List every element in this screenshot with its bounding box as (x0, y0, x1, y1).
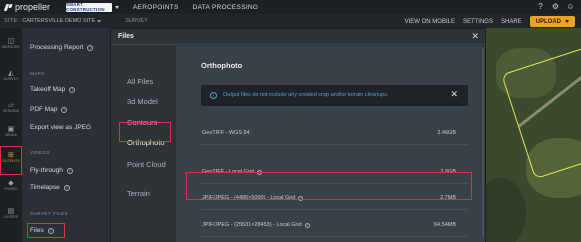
brand-selector[interactable]: SMART CONSTRUCTION (66, 2, 119, 12)
info-banner: i Output files do not include any create… (201, 85, 468, 106)
propeller-logo-icon (4, 3, 13, 12)
file-row[interactable]: GeoTIFF - WGS 84 2.46GB (201, 123, 468, 145)
timelapse-item[interactable]: Timelapse ? (30, 184, 70, 191)
file-size: 64.54MB (433, 222, 456, 228)
maps-section-header: MAPS (30, 71, 45, 76)
file-name-text: JPIF/JPEG - (25531×28453) - Local Grid (202, 222, 302, 228)
sidebar-item-all-files[interactable]: All Files (127, 76, 153, 87)
hydro-icon: ◆ (8, 179, 14, 187)
videos-section-header: VIDEOS (30, 150, 51, 155)
view-on-mobile-button[interactable]: VIEW ON MOBILE (405, 19, 455, 25)
rail-item-survey[interactable]: ◭ SURVEY (0, 69, 22, 82)
share-button[interactable]: SHARE (501, 19, 522, 25)
file-size: 2.46GB (437, 130, 456, 136)
chevron-down-icon (565, 20, 569, 23)
media-icon: ▣ (7, 125, 15, 133)
survey-files-section-header: SURVEY FILES (30, 211, 69, 216)
outputs-highlight-box (0, 146, 22, 175)
fly-through-item[interactable]: Fly-through ? (30, 167, 73, 174)
survey-icon: ◭ (8, 69, 14, 77)
fly-through-label: Fly-through (30, 167, 63, 174)
logo-text: propeller (15, 2, 51, 12)
help-icon[interactable]: ? (61, 106, 68, 113)
modal-header: Files ✕ (111, 29, 485, 45)
gear-icon[interactable]: ⚙ (551, 2, 560, 11)
local-grid-highlight-box (186, 172, 472, 200)
sidebar-item-terrain[interactable]: Terrain (127, 188, 150, 199)
map-terrain (486, 178, 526, 242)
file-name-text: GeoTIFF - WGS 84 (202, 130, 250, 136)
settings-button[interactable]: SETTINGS (463, 19, 493, 25)
site-bar: SITE: CARTERSVILLE DEMO SITE SURVEY VIEW… (0, 14, 581, 28)
takeoff-map-label: Takeoff Map (30, 86, 66, 93)
file-type-sidebar: All Files 3d Model Contours Orthophoto P… (111, 46, 176, 242)
rail-label: SURVEY (3, 77, 19, 81)
help-icon[interactable]: ? (63, 184, 70, 191)
rail-label: DESIGNS (2, 109, 20, 113)
rail-item-media[interactable]: ▣ MEDIA (0, 125, 22, 138)
rail-item-hydro[interactable]: ◆ HYDRO (0, 179, 22, 192)
account-icon[interactable]: ☺ (566, 2, 575, 11)
map-canvas[interactable] (486, 28, 581, 242)
chevron-down-icon (115, 5, 119, 9)
measure-icon: ◫ (7, 37, 15, 45)
rail-label: MEDIA (5, 133, 17, 137)
close-icon[interactable]: ✕ (450, 89, 458, 100)
help-icon[interactable]: ? (87, 44, 94, 51)
file-name: JPIF/JPEG - (25531×28453) - Local Grid? (202, 222, 310, 228)
rail-label: MEASURE (1, 45, 20, 49)
file-list-content: Orthophoto i Output files do not include… (176, 46, 485, 242)
processing-report-label: Processing Report (30, 44, 84, 51)
sidebar-item-3d-model[interactable]: 3d Model (127, 96, 158, 107)
file-name: GeoTIFF - WGS 84 (202, 130, 250, 136)
pdf-map-label: PDF Map (30, 106, 58, 113)
nav-data-processing[interactable]: DATA PROCESSING (193, 4, 259, 11)
propeller-logo[interactable]: propeller (4, 2, 60, 12)
rail-item-layers[interactable]: ▤ LAYERS (0, 207, 22, 220)
upload-label: UPLOAD (535, 18, 561, 25)
help-icon[interactable]: ? (69, 86, 76, 93)
site-label: SITE: (4, 18, 20, 24)
help-icon[interactable]: ? (536, 2, 545, 11)
scrollbar[interactable] (482, 48, 484, 238)
sidebar-item-point-cloud[interactable]: Point Cloud (127, 159, 167, 170)
orthophoto-highlight-box (119, 122, 171, 142)
takeoff-map-item[interactable]: Takeoff Map ? (30, 86, 76, 93)
chevron-down-icon[interactable] (97, 19, 102, 23)
close-icon[interactable]: ✕ (471, 31, 479, 42)
info-text: Output files do not include any created … (223, 92, 389, 98)
help-icon[interactable]: ? (66, 167, 73, 174)
design-icon: ▱ (8, 101, 14, 109)
help-icon[interactable]: ? (304, 222, 310, 228)
outputs-panel: Processing Report ? MAPS Takeoff Map ? P… (22, 28, 110, 242)
export-jpeg-item[interactable]: Export view as JPEG (30, 124, 91, 131)
tool-rail: ◫ MEASURE ◭ SURVEY ▱ DESIGNS ▣ MEDIA ⊞ O… (0, 28, 22, 242)
rail-item-measure[interactable]: ◫ MEASURE (0, 37, 22, 50)
rail-item-designs[interactable]: ▱ DESIGNS (0, 101, 22, 114)
rail-label: HYDRO (4, 187, 18, 191)
export-jpeg-label: Export view as JPEG (30, 124, 92, 131)
files-highlight-box (27, 223, 65, 238)
files-modal: Files ✕ All Files 3d Model Contours Orth… (110, 28, 486, 242)
top-nav-bar: propeller SMART CONSTRUCTION AEROPOINTS … (0, 0, 581, 14)
modal-title: Files (118, 33, 134, 40)
rail-label: LAYERS (3, 215, 19, 219)
file-row[interactable]: JPIF/JPEG - (25531×28453) - Local Grid? … (201, 215, 468, 237)
timelapse-label: Timelapse (30, 184, 60, 191)
pdf-map-item[interactable]: PDF Map ? (30, 106, 68, 113)
processing-report-item[interactable]: Processing Report ? (30, 44, 94, 51)
content-title: Orthophoto (201, 61, 243, 70)
layer-icon: ▤ (7, 207, 15, 215)
upload-button[interactable]: UPLOAD (529, 16, 575, 27)
site-name[interactable]: CARTERSVILLE DEMO SITE (22, 18, 95, 24)
info-icon: i (210, 92, 217, 99)
brand-logo: SMART CONSTRUCTION (66, 2, 112, 12)
survey-selector[interactable]: SURVEY (125, 18, 148, 24)
nav-aeropoints[interactable]: AEROPOINTS (133, 4, 179, 11)
